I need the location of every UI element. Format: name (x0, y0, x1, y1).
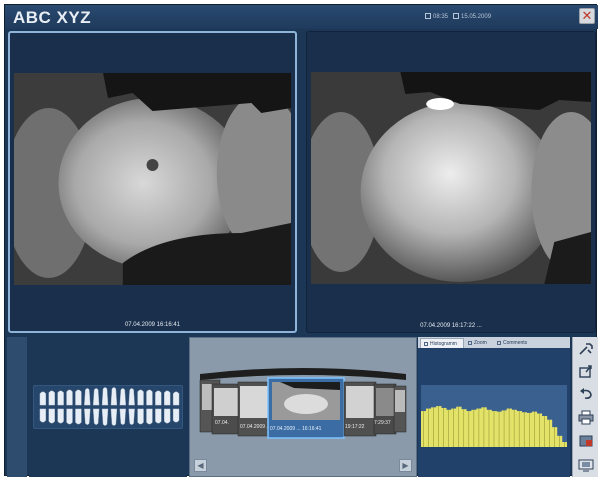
left-image-timestamp: 07.04.2009 16:16:41 (124, 322, 181, 328)
selected-thumbnail-label: 07.04.2009 ... 16:16:41 (270, 426, 322, 432)
tab-comments-label: Comments (503, 340, 528, 346)
image-panel-right[interactable]: 07.04.2009 16:17:22 ... (306, 31, 596, 333)
application-window: ABC XYZ 08:35 15.05.2009 ✕ 07.04.2009 16… (4, 4, 598, 477)
tab-histogram-label: Histogramm (430, 341, 457, 347)
status-time: 08:35 (425, 13, 448, 20)
histogram-plot (421, 406, 567, 447)
thumbnail-label: 7:29:37 (374, 420, 391, 426)
image-carousel[interactable]: 07.04. 07.04.2009 ... 07.04.2009 ... 16:… (194, 366, 412, 444)
xray-image-right[interactable] (311, 72, 591, 284)
zoom-icon (468, 341, 472, 345)
export-icon[interactable] (577, 363, 595, 379)
histogram-icon (424, 342, 428, 346)
comments-icon (497, 341, 501, 345)
filmstrip-next-button[interactable]: ▶ (399, 459, 412, 472)
side-gutter (7, 337, 27, 477)
filmstrip-prev-button[interactable]: ◀ (194, 459, 207, 472)
right-image-timestamp: 07.04.2009 16:17:22 ... (420, 323, 482, 329)
thumbnail-7[interactable] (393, 385, 407, 433)
undo-icon[interactable] (577, 385, 595, 401)
tools-icon[interactable] (577, 341, 595, 357)
image-select-icon[interactable] (577, 433, 595, 449)
calendar-icon (453, 13, 459, 19)
tooth-chart[interactable] (33, 385, 183, 429)
status-date: 15.05.2009 (453, 13, 491, 20)
tool-sidebar (572, 337, 598, 477)
tab-comments[interactable]: Comments (494, 338, 534, 348)
thumbnail-label: 19:17:22 (345, 424, 365, 430)
info-tabs: Histogramm Zoom Comments (418, 337, 570, 348)
thumbnail-6[interactable]: 7:29:37 (373, 383, 397, 435)
thumbnail-selected[interactable]: 07.04.2009 ... 16:16:41 (267, 377, 345, 439)
app-title: ABC XYZ (13, 8, 92, 27)
thumbnail-label: 07.04.2009 ... (240, 424, 271, 430)
close-button[interactable]: ✕ (579, 8, 595, 24)
filmstrip-panel: 07.04. 07.04.2009 ... 07.04.2009 ... 16:… (189, 337, 417, 477)
info-panel: Histogramm Zoom Comments (418, 337, 570, 477)
xray-image-left[interactable] (14, 73, 291, 285)
tooth-chart-panel (29, 337, 187, 477)
status-time-text: 08:35 (433, 14, 449, 20)
tab-histogram[interactable]: Histogramm (420, 338, 464, 348)
thumbnail-5[interactable]: 19:17:22 (343, 381, 377, 437)
bottom-panel: 07.04. 07.04.2009 ... 07.04.2009 ... 16:… (5, 337, 598, 477)
tab-zoom-label: Zoom (474, 340, 487, 346)
title-bar: ABC XYZ 08:35 15.05.2009 ✕ (5, 5, 598, 29)
print-icon[interactable] (577, 409, 595, 425)
tab-zoom[interactable]: Zoom (465, 338, 493, 348)
image-panel-left[interactable]: 07.04.2009 16:16:41 (8, 31, 297, 333)
screen-capture-icon[interactable] (577, 457, 595, 473)
histogram-chart (421, 385, 567, 447)
clock-icon (425, 13, 431, 19)
status-date-text: 15.05.2009 (461, 14, 492, 20)
thumbnail-label: 07.04. (215, 420, 229, 426)
thumbnail-3[interactable]: 07.04.2009 ... (237, 381, 273, 437)
